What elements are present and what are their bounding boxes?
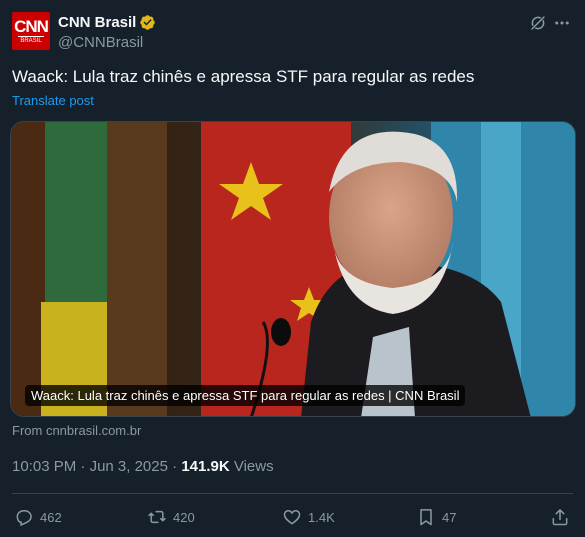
avatar-logo-text: CNN [14,16,49,36]
display-name[interactable]: CNN Brasil [58,14,136,31]
author-handle[interactable]: @CNNBrasil [58,34,156,51]
share-button[interactable] [550,504,576,530]
repost-icon [148,510,166,524]
card-caption: Waack: Lula traz chinês e apressa STF pa… [25,385,466,406]
meta-separator: · [76,458,90,475]
card-source[interactable]: From cnnbrasil.com.br [12,423,141,438]
avatar-logo-subtext: BRASIL [18,35,44,45]
display-name-row: CNN Brasil [58,12,156,32]
bookmark-button[interactable]: 47 [416,504,456,530]
repost-button[interactable]: 420 [147,504,195,530]
post-time[interactable]: 10:03 PM [12,458,76,475]
action-bar: 462 420 1.4K 47 [12,504,573,530]
reply-count: 462 [40,509,62,525]
like-count: 1.4K [308,509,335,525]
card-image [11,122,575,416]
reply-button[interactable]: 462 [14,504,62,530]
grok-button[interactable] [527,12,549,34]
meta-separator: · [167,458,182,475]
post-meta: 10:03 PM · Jun 3, 2025 · 141.9K Views [12,458,274,475]
more-icon [555,21,569,25]
divider [12,493,573,494]
link-card[interactable]: Waack: Lula traz chinês e apressa STF pa… [10,121,576,417]
views-count: 141.9K [181,458,230,475]
avatar[interactable]: CNN BRASIL [12,12,50,50]
like-button[interactable]: 1.4K [282,504,335,530]
reply-icon [16,510,32,527]
post-header: CNN BRASIL CNN Brasil @CNNBrasil [12,12,573,52]
like-icon [283,509,301,525]
views-label: Views [229,458,274,475]
bookmark-count: 47 [442,509,457,525]
post-text: Waack: Lula traz chinês e apressa STF pa… [12,67,475,86]
verified-badge-icon[interactable] [139,14,156,31]
grok-icon [531,16,545,30]
more-button[interactable] [551,12,573,34]
share-icon [552,509,568,526]
repost-count: 420 [173,509,195,525]
post-date[interactable]: Jun 3, 2025 [90,458,168,475]
translate-post-link[interactable]: Translate post [12,93,94,108]
author-names: CNN Brasil @CNNBrasil [58,12,156,51]
bookmark-icon [420,509,432,526]
